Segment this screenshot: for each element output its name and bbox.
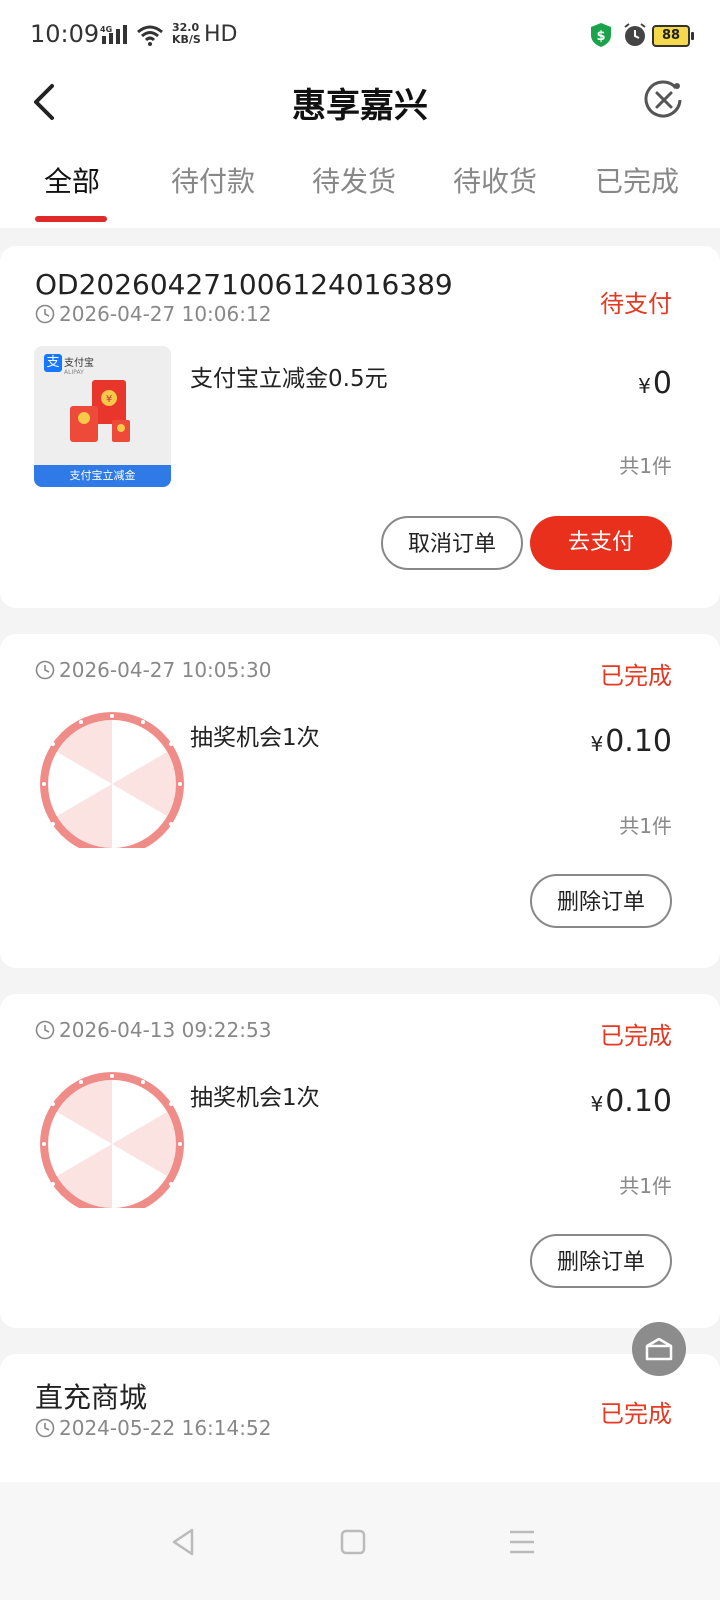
product-thumbnail[interactable]: 支 支付宝 ALIPAY ¥ 支付宝立减金 [34, 346, 171, 487]
svg-text:$: $ [596, 29, 605, 44]
product-price: ¥0.10 [590, 1084, 672, 1119]
nav-home-icon[interactable] [333, 1522, 373, 1562]
price-value: 0.10 [605, 724, 672, 759]
alipay-banner: 支付宝立减金 [34, 465, 171, 487]
floating-home-button[interactable] [632, 1322, 686, 1376]
product-name[interactable]: 抽奖机会1次 [190, 718, 320, 752]
order-card[interactable]: 2026-04-27 10:05:30 已完成 抽奖机会1次 ¥0.10 共1件… [0, 634, 720, 968]
battery-indicator: 88 [652, 25, 694, 47]
prize-wheel-image[interactable] [36, 708, 188, 848]
hd-indicator: HD [204, 22, 238, 47]
tab-completed[interactable]: 已完成 [595, 160, 679, 200]
alipay-brand-en: ALIPAY [64, 369, 84, 376]
tab-all[interactable]: 全部 [44, 160, 100, 200]
order-time: 2026-04-27 10:06:12 [35, 302, 271, 326]
clock-icon [35, 660, 55, 680]
currency-symbol: ¥ [590, 732, 604, 756]
network-speed: 32.0 KB/S [172, 22, 201, 46]
order-tabs: 全部 待付款 待发货 待收货 已完成 [0, 132, 720, 228]
product-quantity: 共1件 [619, 454, 672, 478]
status-time: 10:09 [30, 20, 100, 48]
delete-order-button[interactable]: 删除订单 [530, 874, 672, 928]
nav-menu-icon[interactable] [502, 1522, 542, 1562]
product-quantity: 共1件 [619, 814, 672, 838]
prize-wheel-image[interactable] [36, 1068, 188, 1208]
system-navigation-bar [0, 1482, 720, 1600]
wifi-icon [137, 25, 163, 46]
order-time-text: 2026-04-27 10:05:30 [59, 658, 272, 682]
cellular-signal-icon: 4G [100, 25, 127, 44]
product-quantity: 共1件 [619, 1174, 672, 1198]
clock-icon [35, 1418, 55, 1438]
status-bar: 10:09 4G 32.0 KB/S HD $ 88 [0, 0, 720, 72]
box-icon [645, 1337, 673, 1361]
product-price: ¥0 [638, 366, 672, 401]
speed-unit: KB/S [172, 33, 201, 46]
order-time-text: 2026-04-13 09:22:53 [59, 1018, 272, 1042]
order-status: 已完成 [600, 1022, 672, 1050]
order-time: 2024-05-22 16:14:52 [35, 1416, 271, 1440]
tab-pending-receipt[interactable]: 待收货 [453, 160, 537, 200]
delete-order-button[interactable]: 删除订单 [530, 1234, 672, 1288]
currency-symbol: ¥ [590, 1092, 604, 1116]
cancel-order-button[interactable]: 取消订单 [381, 516, 523, 570]
order-time: 2026-04-13 09:22:53 [35, 1018, 271, 1042]
header-bar: 惠享嘉兴 [0, 72, 720, 132]
order-number: OD202604271006124016389 [35, 268, 453, 301]
order-card[interactable]: 2026-04-13 09:22:53 已完成 抽奖机会1次 ¥0.10 共1件… [0, 994, 720, 1328]
alarm-clock-icon [624, 23, 646, 46]
product-name[interactable]: 支付宝立减金0.5元 [190, 359, 388, 393]
price-value: 0 [652, 366, 672, 401]
order-time-text: 2024-05-22 16:14:52 [59, 1416, 272, 1440]
security-shield-icon: $ [591, 23, 611, 47]
currency-symbol: ¥ [638, 374, 651, 398]
clock-icon [35, 304, 55, 324]
tab-pending-shipment[interactable]: 待发货 [312, 160, 396, 200]
page-title: 惠享嘉兴 [292, 86, 428, 126]
product-name[interactable]: 抽奖机会1次 [190, 1078, 320, 1112]
alipay-logo: 支 [44, 354, 62, 372]
red-envelope-icon: ¥ [70, 380, 130, 442]
price-value: 0.10 [605, 1084, 672, 1119]
close-circle-icon[interactable] [644, 78, 684, 122]
alipay-brand: 支付宝 ALIPAY [64, 354, 94, 376]
product-price: ¥0.10 [590, 724, 672, 759]
pay-button[interactable]: 去支付 [530, 516, 672, 570]
order-card[interactable]: OD202604271006124016389 2026-04-27 10:06… [0, 246, 720, 608]
tab-pending-payment[interactable]: 待付款 [171, 160, 255, 200]
order-time: 2026-04-27 10:05:30 [35, 658, 271, 682]
svg-text:¥: ¥ [106, 394, 112, 405]
clock-icon [35, 1020, 55, 1040]
order-time-text: 2026-04-27 10:06:12 [59, 302, 272, 326]
svg-text:4G: 4G [100, 25, 112, 34]
order-status: 已完成 [600, 662, 672, 690]
alipay-brand-cn: 支付宝 [64, 358, 94, 369]
tab-indicator [35, 216, 107, 222]
nav-back-icon[interactable] [164, 1522, 204, 1562]
shop-name: 直充商城 [35, 1381, 148, 1414]
order-status: 待支付 [600, 290, 672, 318]
order-status: 已完成 [600, 1400, 672, 1428]
